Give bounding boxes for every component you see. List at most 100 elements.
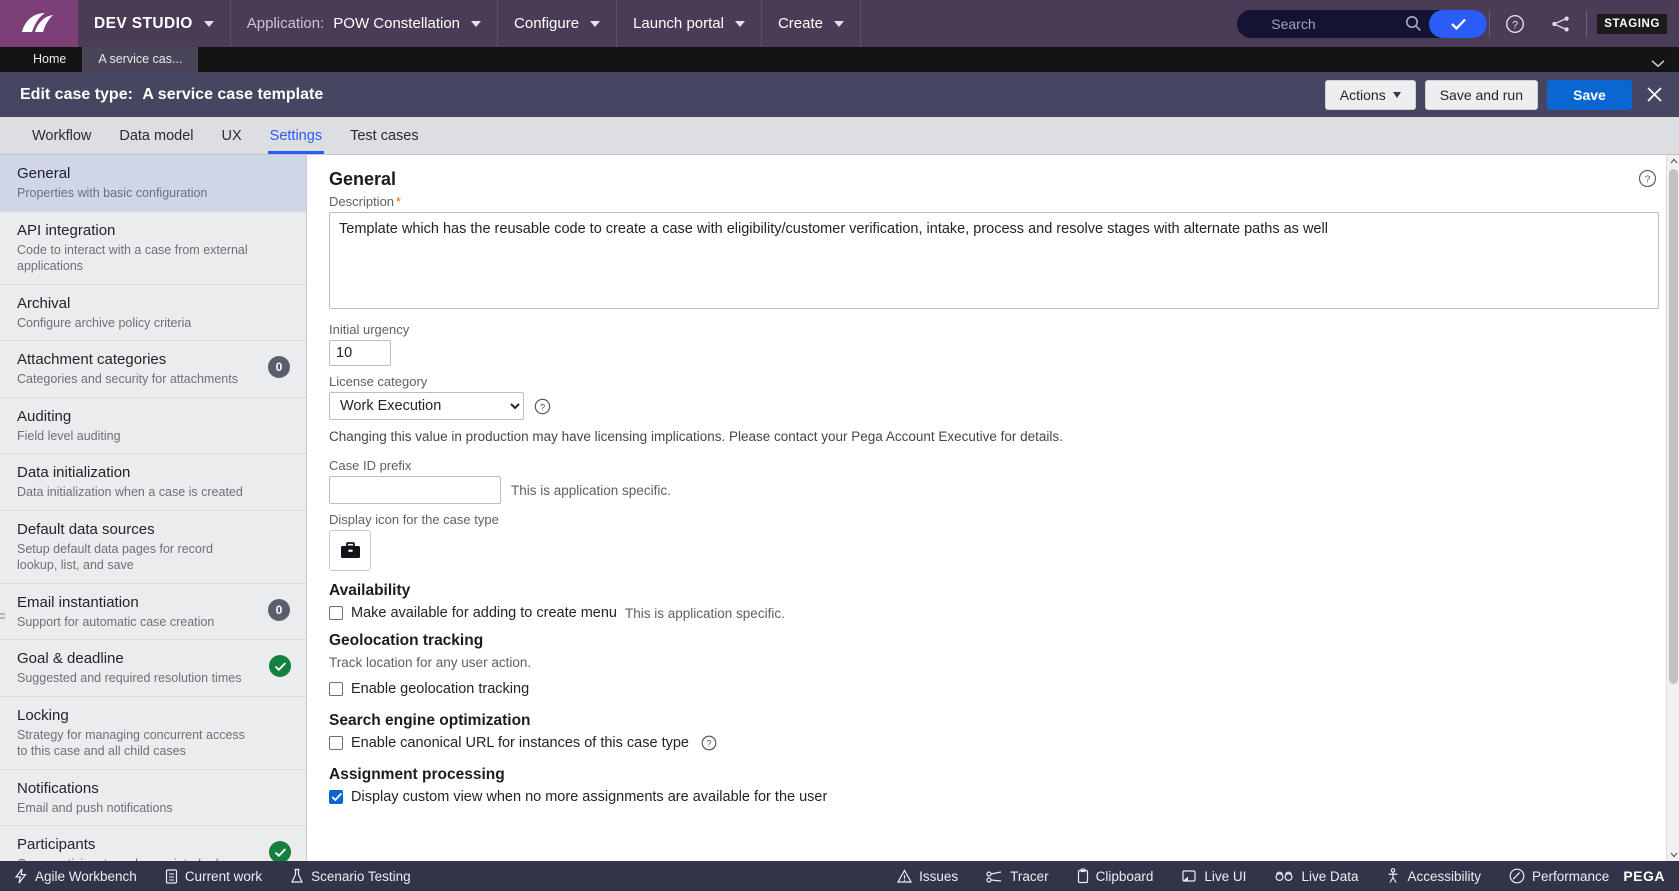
- assignment-section-title: Assignment processing: [329, 766, 505, 783]
- application-menu[interactable]: Application: POW Constellation: [231, 0, 499, 47]
- dev-studio-menu[interactable]: DEV STUDIO: [78, 0, 231, 47]
- configured-check-badge: [269, 655, 291, 677]
- canonical-url-checkbox[interactable]: [329, 736, 343, 750]
- chevron-down-icon[interactable]: [1670, 852, 1678, 858]
- sidebar-item-participants[interactable]: Participants Case participants and assoc…: [0, 826, 306, 861]
- license-category-help-button[interactable]: ?: [534, 398, 551, 415]
- create-menu[interactable]: Create: [762, 0, 861, 47]
- sidebar-item-email-instantiation[interactable]: Email instantiation Support for automati…: [0, 584, 306, 640]
- sidebar-item-subtitle: Code to interact with a case from extern…: [17, 242, 248, 274]
- sidebar-item-subtitle: Suggested and required resolution times: [17, 671, 242, 685]
- sidebar-item-title: Data initialization: [17, 464, 131, 481]
- environment-badge: STAGING: [1597, 13, 1667, 34]
- custom-view-checkbox[interactable]: [329, 790, 343, 804]
- sidebar-item-notifications[interactable]: Notifications Email and push notificatio…: [0, 770, 306, 826]
- main-scrollbar[interactable]: [1666, 155, 1679, 861]
- case-id-prefix-input[interactable]: [329, 476, 501, 504]
- search-input[interactable]: [1237, 9, 1413, 38]
- footer-issues[interactable]: Issues: [883, 869, 972, 884]
- bolt-icon: [14, 868, 28, 884]
- chevron-up-icon[interactable]: [1670, 158, 1678, 164]
- license-category-select[interactable]: Work Execution: [329, 392, 524, 420]
- divider: [1489, 10, 1491, 37]
- tab-test-cases[interactable]: Test cases: [336, 117, 433, 154]
- sidebar-item-title: Auditing: [17, 407, 72, 425]
- footer-performance[interactable]: Performance: [1495, 868, 1623, 884]
- footer-current-work[interactable]: Current work: [151, 868, 276, 884]
- display-icon-picker[interactable]: [329, 530, 371, 571]
- sidebar-item-title: Notifications: [17, 779, 99, 797]
- sidebar-item-title: Participants: [17, 836, 96, 853]
- configured-check-badge: [269, 841, 291, 861]
- actions-button[interactable]: Actions: [1324, 79, 1416, 110]
- tab-workflow[interactable]: Workflow: [18, 117, 105, 154]
- geolocation-checkbox[interactable]: [329, 682, 343, 696]
- seo-section-title: Search engine optimization: [329, 712, 531, 729]
- tab-ux[interactable]: UX: [208, 117, 256, 154]
- create-menu-checkbox[interactable]: [329, 606, 343, 620]
- search-submit-button[interactable]: [1429, 9, 1488, 38]
- footer-label: Live Data: [1301, 868, 1359, 884]
- settings-sidebar: General Properties with basic configurat…: [0, 155, 307, 861]
- workspace-tab-service-case[interactable]: A service cas...: [82, 47, 199, 72]
- sidebar-item-general[interactable]: General Properties with basic configurat…: [0, 155, 306, 212]
- scrollbar-thumb[interactable]: [1669, 169, 1678, 684]
- sidebar-resize-handle[interactable]: [0, 610, 5, 623]
- footer-agile-workbench[interactable]: Agile Workbench: [0, 868, 151, 884]
- sidebar-item-title: Goal & deadline: [17, 650, 124, 667]
- sidebar-item-default-data-sources[interactable]: Default data sources Setup default data …: [0, 511, 306, 584]
- footer-accessibility[interactable]: Accessibility: [1372, 868, 1495, 884]
- close-button[interactable]: [1646, 86, 1663, 103]
- help-button[interactable]: ?: [1492, 14, 1538, 34]
- top-navigation-bar: DEV STUDIO Application: POW Constellatio…: [0, 0, 1679, 47]
- workspace-tab-home[interactable]: Home: [17, 47, 82, 72]
- sidebar-item-subtitle: Setup default data pages for record look…: [17, 541, 213, 573]
- sidebar-item-subtitle: Support for automatic case creation: [17, 614, 215, 629]
- custom-view-label: Display custom view when no more assignm…: [351, 789, 828, 805]
- footer-label: Current work: [184, 868, 263, 884]
- footer-live-ui[interactable]: Live UI: [1167, 869, 1260, 884]
- clipboard-icon: [1077, 868, 1089, 884]
- configure-menu[interactable]: Configure: [498, 0, 618, 47]
- license-category-note: Changing this value in production may ha…: [329, 429, 1063, 444]
- svg-text:?: ?: [706, 739, 711, 749]
- tab-data-model[interactable]: Data model: [105, 117, 207, 154]
- help-circle-icon: ?: [1505, 14, 1525, 34]
- sidebar-item-title: Archival: [17, 294, 71, 312]
- sidebar-item-archival[interactable]: Archival Configure archive policy criter…: [0, 285, 306, 341]
- global-search[interactable]: [1237, 9, 1488, 38]
- pega-logo[interactable]: [0, 0, 78, 47]
- status-bar: Agile Workbench Current work Scenario Te…: [0, 861, 1679, 891]
- initial-urgency-label: Initial urgency: [329, 322, 410, 337]
- create-menu-label: Make available for adding to create menu: [351, 605, 617, 621]
- description-label: Description *: [329, 194, 1655, 209]
- nodes-button[interactable]: [1538, 14, 1584, 34]
- sidebar-item-goal-deadline[interactable]: Goal & deadline Suggested and required r…: [0, 640, 306, 697]
- footer-label: Scenario Testing: [311, 868, 411, 884]
- footer-live-data[interactable]: Live Data: [1260, 869, 1372, 884]
- launch-portal-label: Launch portal: [633, 15, 724, 32]
- description-textarea[interactable]: [329, 212, 1659, 309]
- canonical-url-row: Enable canonical URL for instances of th…: [329, 735, 1655, 751]
- footer-tracer[interactable]: Tracer: [972, 869, 1063, 884]
- footer-label: Clipboard: [1095, 868, 1154, 884]
- sidebar-item-title: Email instantiation: [17, 593, 139, 611]
- sidebar-item-auditing[interactable]: Auditing Field level auditing: [0, 398, 306, 454]
- save-and-run-button[interactable]: Save and run: [1424, 79, 1538, 110]
- sidebar-item-data-initialization[interactable]: Data initialization Data initialization …: [0, 454, 306, 511]
- required-marker: *: [396, 194, 402, 209]
- chevron-down-icon: [834, 20, 844, 27]
- chevron-down-icon: [471, 20, 482, 27]
- initial-urgency-input[interactable]: [329, 340, 391, 366]
- save-button[interactable]: Save: [1547, 79, 1632, 110]
- chevron-down-icon[interactable]: [1651, 59, 1665, 68]
- footer-clipboard[interactable]: Clipboard: [1063, 868, 1168, 884]
- sidebar-item-attachment-categories[interactable]: Attachment categories Categories and sec…: [0, 341, 306, 398]
- footer-scenario-testing[interactable]: Scenario Testing: [276, 868, 425, 884]
- sidebar-item-api-integration[interactable]: API integration Code to interact with a …: [0, 212, 306, 285]
- tab-settings[interactable]: Settings: [256, 117, 336, 154]
- launch-portal-menu[interactable]: Launch portal: [617, 0, 762, 47]
- canonical-url-help-button[interactable]: ?: [701, 735, 717, 751]
- svg-text:?: ?: [540, 402, 545, 413]
- sidebar-item-locking[interactable]: Locking Strategy for managing concurrent…: [0, 697, 306, 770]
